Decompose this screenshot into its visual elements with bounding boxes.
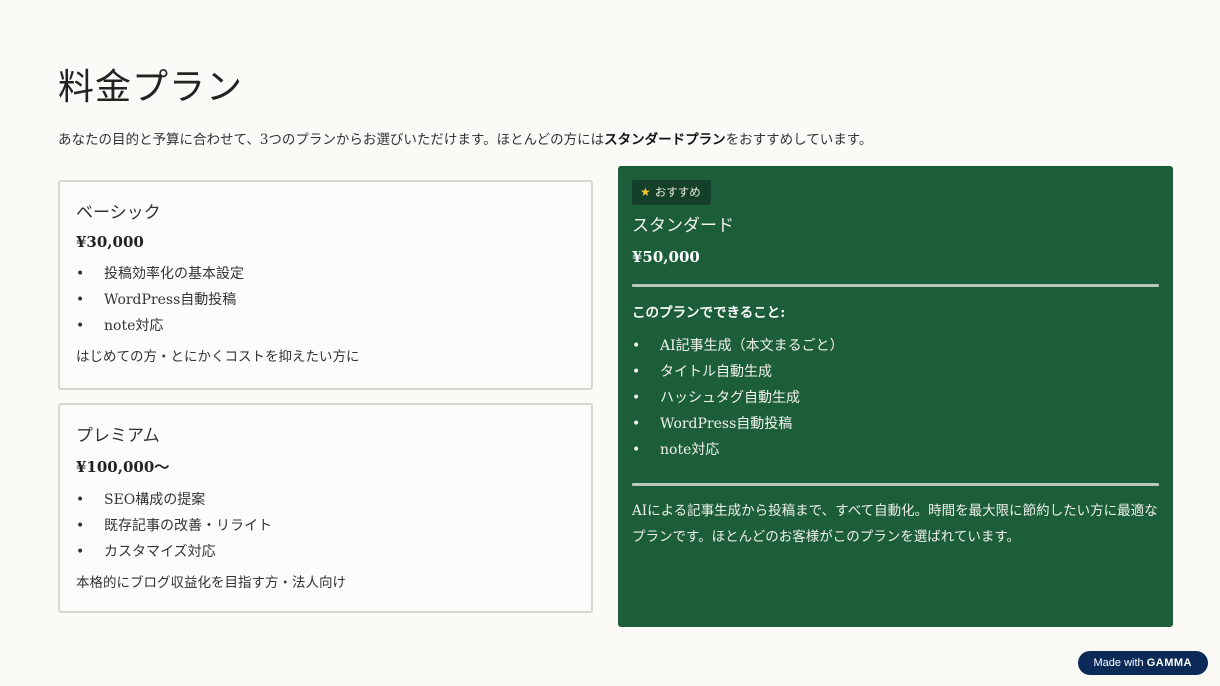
list-item: タイトル自動生成 xyxy=(632,359,1159,385)
intro-highlight: スタンダードプラン xyxy=(604,132,726,148)
feature-list: SEO構成の提案 既存記事の改善・リライト カスタマイズ対応 xyxy=(76,487,575,565)
basic-plan-card: ベーシック ¥30,000 投稿効率化の基本設定 WordPress自動投稿 n… xyxy=(58,180,593,390)
list-item: 既存記事の改善・リライト xyxy=(76,513,575,539)
recommended-badge: ★ おすすめ xyxy=(632,180,711,205)
badge-label: おすすめ xyxy=(654,185,701,199)
page-title: 料金プラン xyxy=(58,67,244,108)
gamma-logo: GAMMA xyxy=(1146,657,1192,669)
plan-note: 本格的にブログ収益化を目指す方・法人向け xyxy=(76,575,346,591)
plan-price: ¥50,000 xyxy=(632,248,700,266)
plan-description: AIによる記事生成から投稿まで、すべて自動化。時間を最大限に節約したい方に最適な… xyxy=(632,503,1158,545)
list-item: note対応 xyxy=(632,437,1159,463)
list-item: WordPress自動投稿 xyxy=(632,411,1159,437)
plan-price: ¥100,000〜 xyxy=(76,458,170,476)
can-do-heading: このプランでできること: xyxy=(632,305,786,321)
made-with-gamma-badge[interactable]: Made with GAMMA xyxy=(1077,651,1208,675)
premium-plan-card: プレミアム ¥100,000〜 SEO構成の提案 既存記事の改善・リライト カス… xyxy=(58,403,593,613)
plan-name: スタンダード xyxy=(632,216,734,236)
list-item: カスタマイズ対応 xyxy=(76,539,575,565)
intro-text: あなたの目的と予算に合わせて、3つのプランからお選びいただけます。ほとんどの方に… xyxy=(58,128,872,148)
standard-plan-card: ★ おすすめ スタンダード ¥50,000 このプランでできること: AI記事生… xyxy=(618,166,1173,627)
intro-after: をおすすめしています。 xyxy=(725,132,873,148)
list-item: WordPress自動投稿 xyxy=(76,287,575,313)
feature-list: 投稿効率化の基本設定 WordPress自動投稿 note対応 xyxy=(76,261,575,339)
intro-before: あなたの目的と予算に合わせて、3つのプランからお選びいただけます。ほとんどの方に… xyxy=(58,132,605,148)
plan-note: はじめての方・とにかくコストを抑えたい方に xyxy=(76,349,360,365)
list-item: 投稿効率化の基本設定 xyxy=(76,261,575,287)
divider xyxy=(632,483,1159,486)
plan-price: ¥30,000 xyxy=(76,233,144,251)
pricing-slide: 料金プラン あなたの目的と予算に合わせて、3つのプランからお選びいただけます。ほ… xyxy=(0,0,1220,686)
star-icon: ★ xyxy=(640,185,651,199)
list-item: ハッシュタグ自動生成 xyxy=(632,385,1159,411)
list-item: SEO構成の提案 xyxy=(76,487,575,513)
plan-name: ベーシック xyxy=(76,203,161,223)
feature-list: AI記事生成（本文まるごと） タイトル自動生成 ハッシュタグ自動生成 WordP… xyxy=(632,333,1159,463)
plan-name: プレミアム xyxy=(76,426,160,446)
divider xyxy=(632,284,1159,287)
list-item: AI記事生成（本文まるごと） xyxy=(632,333,1159,359)
made-with-label: Made with xyxy=(1093,657,1144,669)
list-item: note対応 xyxy=(76,313,575,339)
